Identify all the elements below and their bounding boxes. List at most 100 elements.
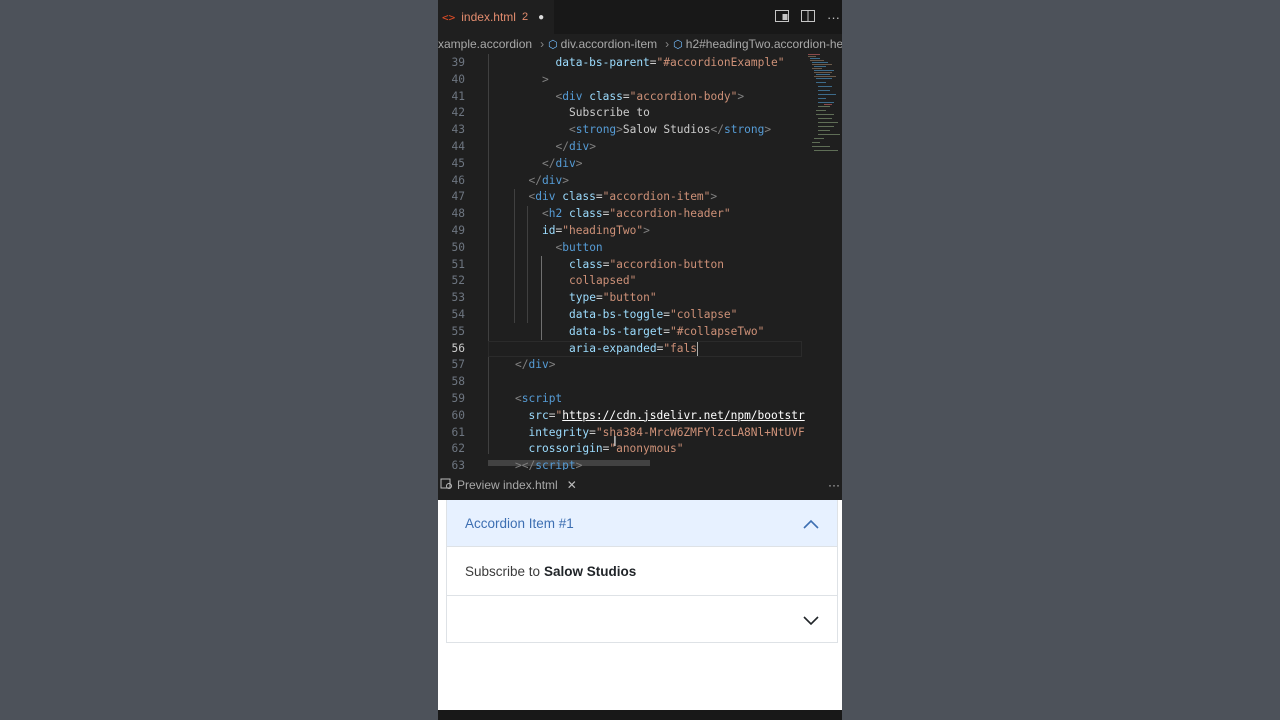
- code-text: <div class="accordion-body">: [555, 89, 745, 103]
- code-line: 62 crossorigin="anonymous": [438, 441, 842, 458]
- tab-filename: index.html: [461, 10, 516, 24]
- accordion: Accordion Item #1 Subscribe to Salow Stu…: [446, 500, 838, 643]
- code-line: 43 <strong>Salow Studios</strong>: [438, 122, 842, 139]
- preview-more-icon[interactable]: ···: [828, 478, 840, 492]
- breadcrumb-item[interactable]: h2#headingTwo.accordion-heade: [686, 37, 842, 51]
- line-number: 54: [451, 308, 465, 321]
- breadcrumb-item[interactable]: xample.accordion: [438, 37, 532, 51]
- right-backdrop: [842, 0, 1280, 720]
- code-line: 45 </div>: [438, 156, 842, 173]
- line-number: 52: [451, 274, 465, 288]
- accordion-item-1-header[interactable]: Accordion Item #1: [447, 500, 837, 547]
- code-text: id="headingTwo">: [542, 224, 650, 237]
- code-line: 49 id="headingTwo">: [438, 223, 842, 240]
- open-preview-icon[interactable]: [775, 9, 789, 25]
- code-text: >: [542, 72, 549, 86]
- code-line: 54 data-bs-toggle="collapse": [438, 307, 842, 324]
- line-number: 46: [451, 173, 465, 187]
- line-number: 48: [451, 207, 465, 221]
- line-number: 45: [451, 156, 465, 170]
- line-number: 58: [451, 375, 465, 389]
- code-text: data-bs-parent="#accordionExample": [555, 56, 785, 69]
- code-line: 44 </div>: [438, 139, 842, 156]
- preview-tab-bar: Preview index.html ✕ ···: [438, 470, 842, 500]
- code-line: 56 aria-expanded="fals: [438, 341, 842, 358]
- code-line: 60 src="https://cdn.jsdelivr.net/npm/boot…: [438, 408, 842, 425]
- code-text: </div>: [555, 140, 596, 153]
- code-line: 52 collapsed": [438, 273, 842, 290]
- accordion-item-2-header[interactable]: [447, 596, 837, 642]
- split-editor-icon[interactable]: [801, 9, 815, 25]
- line-number: 42: [451, 106, 465, 120]
- code-text: <button: [555, 240, 603, 254]
- line-number: 49: [451, 224, 465, 237]
- line-number: 55: [451, 324, 465, 338]
- line-number: 60: [451, 408, 465, 422]
- code-line: 48 <h2 class="accordion-header": [438, 206, 842, 223]
- code-line: 59 <script: [438, 391, 842, 408]
- line-number: 47: [451, 190, 465, 204]
- accordion-body-text: Subscribe to: [465, 563, 541, 579]
- code-line: 46 </div>: [438, 173, 842, 190]
- breadcrumb: xample.accordion › ⬡ div.accordion-item …: [438, 34, 842, 54]
- accordion-item-1-title: Accordion Item #1: [465, 515, 574, 531]
- code-text: </div>: [542, 156, 583, 170]
- line-number: 62: [451, 442, 465, 456]
- code-text: <h2 class="accordion-header": [542, 207, 731, 221]
- code-text: crossorigin="anonymous": [528, 442, 684, 456]
- tab-index-html[interactable]: <> index.html 2 ●: [438, 0, 555, 34]
- preview-icon: [440, 477, 453, 493]
- preview-pane: Accordion Item #1 Subscribe to Salow Stu…: [438, 500, 842, 710]
- code-line: 58: [438, 374, 842, 391]
- editor-tab-bar: <> index.html 2 ● ···: [438, 0, 842, 34]
- code-line: 61 integrity="sha384-MrcW6ZMFYlzcLA8Nl+Nt…: [438, 425, 842, 442]
- code-text: data-bs-target="#collapseTwo": [569, 324, 765, 338]
- line-number: 43: [451, 123, 465, 137]
- close-icon[interactable]: ✕: [567, 478, 577, 492]
- vscode-window: <> index.html 2 ● ··· xample.accordion ›…: [438, 0, 842, 720]
- more-actions-icon[interactable]: ···: [827, 10, 840, 25]
- line-number: 50: [451, 240, 465, 254]
- code-line: 50 <button: [438, 240, 842, 257]
- code-text: integrity="sha384-MrcW6ZMFYlzcLA8Nl+NtUV…: [528, 425, 805, 439]
- problems-count: 2: [521, 11, 529, 23]
- chevron-down-icon: [803, 613, 819, 631]
- unsaved-dot-icon[interactable]: ●: [538, 12, 544, 23]
- preview-tab-label[interactable]: Preview index.html: [457, 478, 558, 492]
- code-line: 55 data-bs-target="#collapseTwo": [438, 324, 842, 341]
- code-line: 47 <div class="accordion-item">: [438, 189, 842, 206]
- status-bar: [438, 710, 842, 720]
- accordion-item-1-body: Subscribe to Salow Studios: [447, 547, 837, 596]
- code-text: src="https://cdn.jsdelivr.net/npm/bootst…: [528, 408, 805, 422]
- breadcrumb-item[interactable]: div.accordion-item: [561, 37, 657, 51]
- line-number: 51: [451, 257, 465, 271]
- code-text: <div class="accordion-item">: [528, 190, 718, 204]
- line-number: 53: [451, 291, 465, 305]
- code-text: <strong>Salow Studios</strong>: [569, 123, 772, 137]
- line-number: 40: [451, 72, 465, 86]
- code-line: 42 Subscribe to: [438, 105, 842, 122]
- code-line: 39 data-bs-parent="#accordionExample": [438, 55, 842, 72]
- line-number: 56: [451, 341, 465, 355]
- left-backdrop: [0, 0, 438, 720]
- code-line: 40 >: [438, 72, 842, 89]
- text-caret: [697, 341, 698, 356]
- code-text: aria-expanded="fals: [569, 341, 698, 356]
- line-number: 57: [451, 358, 465, 372]
- line-number: 39: [451, 56, 465, 69]
- code-text: </div>: [528, 173, 569, 187]
- chevron-up-icon: [803, 517, 819, 532]
- code-line: 53 type="button": [438, 290, 842, 307]
- line-number: 61: [451, 425, 465, 439]
- line-number: 59: [451, 392, 465, 405]
- symbol-cube-icon: ⬡: [548, 38, 558, 51]
- code-text: data-bs-toggle="collapse": [569, 308, 738, 321]
- code-line: 41 <div class="accordion-body">: [438, 89, 842, 106]
- code-line: 57 </div>: [438, 357, 842, 374]
- code-editor[interactable]: I 39 data-bs-parent="#accordionExample" 40…: [438, 54, 842, 472]
- code-text: collapsed": [569, 274, 637, 288]
- chevron-right-icon: ›: [540, 37, 545, 51]
- line-number: 41: [451, 89, 465, 103]
- line-number: 44: [451, 140, 465, 153]
- chevron-right-icon: ›: [665, 37, 670, 51]
